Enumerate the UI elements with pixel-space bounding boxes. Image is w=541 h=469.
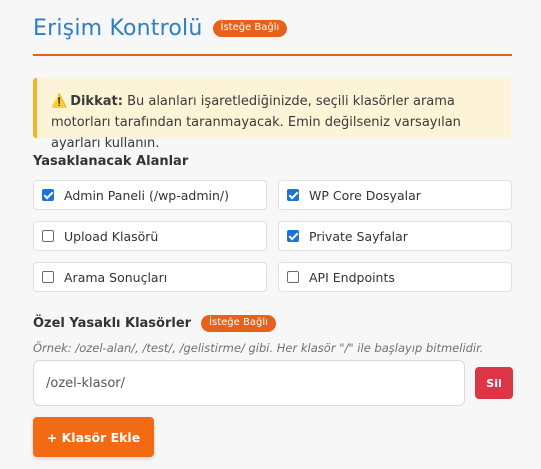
add-folder-button[interactable]: + Klasör Ekle (33, 417, 154, 457)
example-hint: Örnek: /ozel-alan/, /test/, /gelistirme/… (33, 341, 484, 355)
option-label: Private Sayfalar (309, 228, 408, 244)
checkbox-admin-panel[interactable] (42, 189, 54, 201)
warning-strong: Dikkat: (70, 94, 123, 109)
custom-folders-label: Özel Yasaklı Klasörler (33, 316, 192, 331)
checkbox-wp-core[interactable] (287, 189, 299, 201)
option-search-results[interactable]: Arama Sonuçları (33, 262, 267, 292)
option-admin-panel[interactable]: Admin Paneli (/wp-admin/) (33, 180, 267, 210)
checkbox-private-pages[interactable] (287, 230, 299, 242)
warning-alert: ⚠️ Dikkat: Bu alanları işaretlediğinizde,… (33, 78, 511, 151)
checkbox-upload-folder[interactable] (42, 230, 54, 242)
custom-folders-header: Özel Yasaklı Klasörler İsteğe Bağlı (33, 315, 276, 332)
option-private-pages[interactable]: Private Sayfalar (278, 221, 512, 251)
option-upload-folder[interactable]: Upload Klasörü (33, 221, 267, 251)
blocked-areas-label: Yasaklanacak Alanlar (33, 154, 189, 169)
optional-badge: İsteğe Bağlı (201, 315, 276, 332)
page-title: Erişim Kontrolü (33, 16, 203, 41)
option-wp-core[interactable]: WP Core Dosyalar (278, 180, 512, 210)
option-api-endpoints[interactable]: API Endpoints (278, 262, 512, 292)
delete-button[interactable]: Sil (475, 367, 513, 399)
option-label: Arama Sonuçları (64, 269, 168, 285)
title-divider (33, 54, 512, 56)
checkbox-api-endpoints[interactable] (287, 271, 299, 283)
option-label: Upload Klasörü (64, 228, 159, 244)
optional-badge: İsteğe Bağlı (212, 20, 288, 37)
option-label: Admin Paneli (/wp-admin/) (64, 187, 229, 203)
custom-folder-input[interactable] (33, 360, 465, 406)
option-label: WP Core Dosyalar (309, 187, 421, 203)
option-label: API Endpoints (309, 269, 395, 285)
warning-icon: ⚠️ (51, 94, 68, 109)
checkbox-search-results[interactable] (42, 271, 54, 283)
section-header: Erişim Kontrolü İsteğe Bağlı (33, 16, 288, 41)
